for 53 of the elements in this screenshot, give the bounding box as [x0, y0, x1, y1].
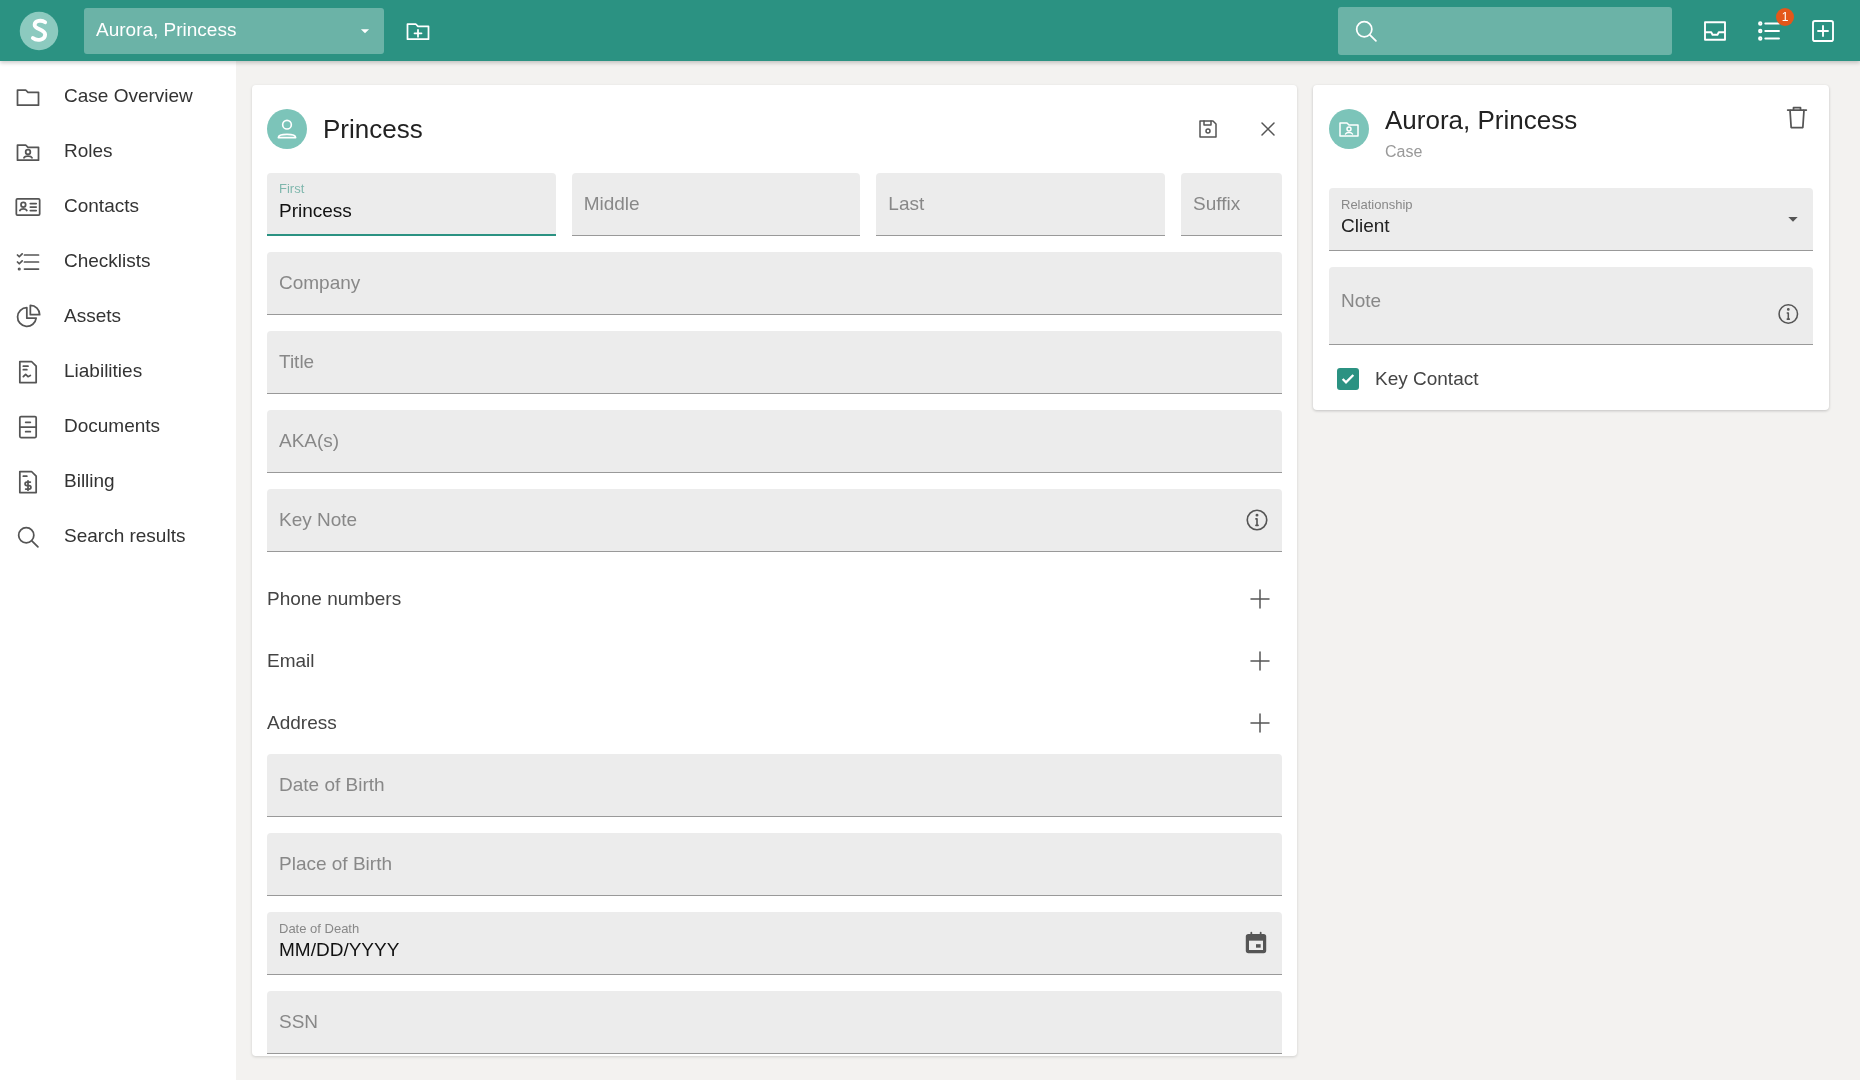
text-field[interactable]: First Princess [267, 173, 556, 237]
section-label: Phone numbers [267, 586, 402, 611]
input-field[interactable]: Place of Birth [279, 849, 1270, 879]
logo-icon[interactable] [18, 9, 60, 52]
sidebar-item[interactable]: Documents [0, 399, 236, 455]
checkbox[interactable] [1337, 368, 1359, 391]
notification-badge: 1 [1776, 7, 1794, 26]
text-field[interactable]: Note [1329, 267, 1813, 346]
input-field[interactable]: MM/DD/YYYY [279, 936, 1242, 965]
field-label: First [279, 182, 306, 197]
sidebar-item[interactable]: Liabilities [0, 344, 236, 400]
input-field[interactable]: Note [1341, 287, 1777, 316]
plus-icon [1248, 711, 1272, 736]
text-field[interactable]: Suffix [1181, 173, 1282, 237]
text-field[interactable]: AKA(s) [267, 410, 1282, 474]
input-field[interactable]: Princess [279, 196, 544, 226]
sidebar-item[interactable]: Billing [0, 454, 236, 510]
text-field[interactable]: Place of Birth [267, 833, 1282, 897]
text-field[interactable]: Date of Birth [267, 754, 1282, 818]
sidebar-item[interactable]: Assets [0, 289, 236, 345]
card-title: Aurora, Princess [1385, 104, 1579, 138]
checkbox-label: Key Contact [1375, 367, 1479, 392]
field-value: Client [1341, 214, 1391, 239]
input-field[interactable]: SSN [279, 1007, 1270, 1037]
input-field[interactable]: AKA(s) [279, 426, 1270, 456]
sidebar-item[interactable]: Contacts [0, 179, 236, 235]
input-field[interactable]: Middle [583, 189, 849, 219]
card-title: Princess [323, 112, 424, 146]
input-field[interactable]: Title [279, 347, 1270, 377]
input-field[interactable]: Suffix [1193, 189, 1270, 219]
input-field[interactable]: Company [279, 268, 1270, 298]
sidebar-item[interactable]: Case Overview [0, 69, 236, 125]
plus-icon [1248, 587, 1272, 612]
input-field[interactable]: Last [888, 189, 1153, 219]
plus-icon [1248, 649, 1272, 674]
sidebar-item[interactable]: Checklists [0, 234, 236, 290]
input-field[interactable]: Date of Birth [279, 770, 1270, 800]
text-field[interactable]: Title [267, 331, 1282, 395]
sidebar-item[interactable]: Roles [0, 124, 236, 180]
field-label: Date of Death [279, 921, 361, 937]
select-field[interactable]: Relationship Client [1329, 188, 1813, 252]
input-field[interactable]: Key Note [279, 505, 1244, 535]
text-field[interactable]: Key Note [267, 489, 1282, 553]
text-field[interactable]: Last [876, 173, 1165, 237]
text-field[interactable]: Middle [571, 173, 861, 237]
section-label: Email [267, 648, 315, 673]
card-subtitle: Case [1385, 142, 1424, 163]
search-field[interactable] [1338, 6, 1672, 55]
section-label: Address [267, 710, 337, 735]
text-field[interactable]: Company [267, 252, 1282, 316]
text-field[interactable]: SSN [267, 991, 1282, 1055]
field-label: Relationship [1341, 197, 1414, 213]
sidebar-item[interactable]: Search results [0, 509, 236, 565]
